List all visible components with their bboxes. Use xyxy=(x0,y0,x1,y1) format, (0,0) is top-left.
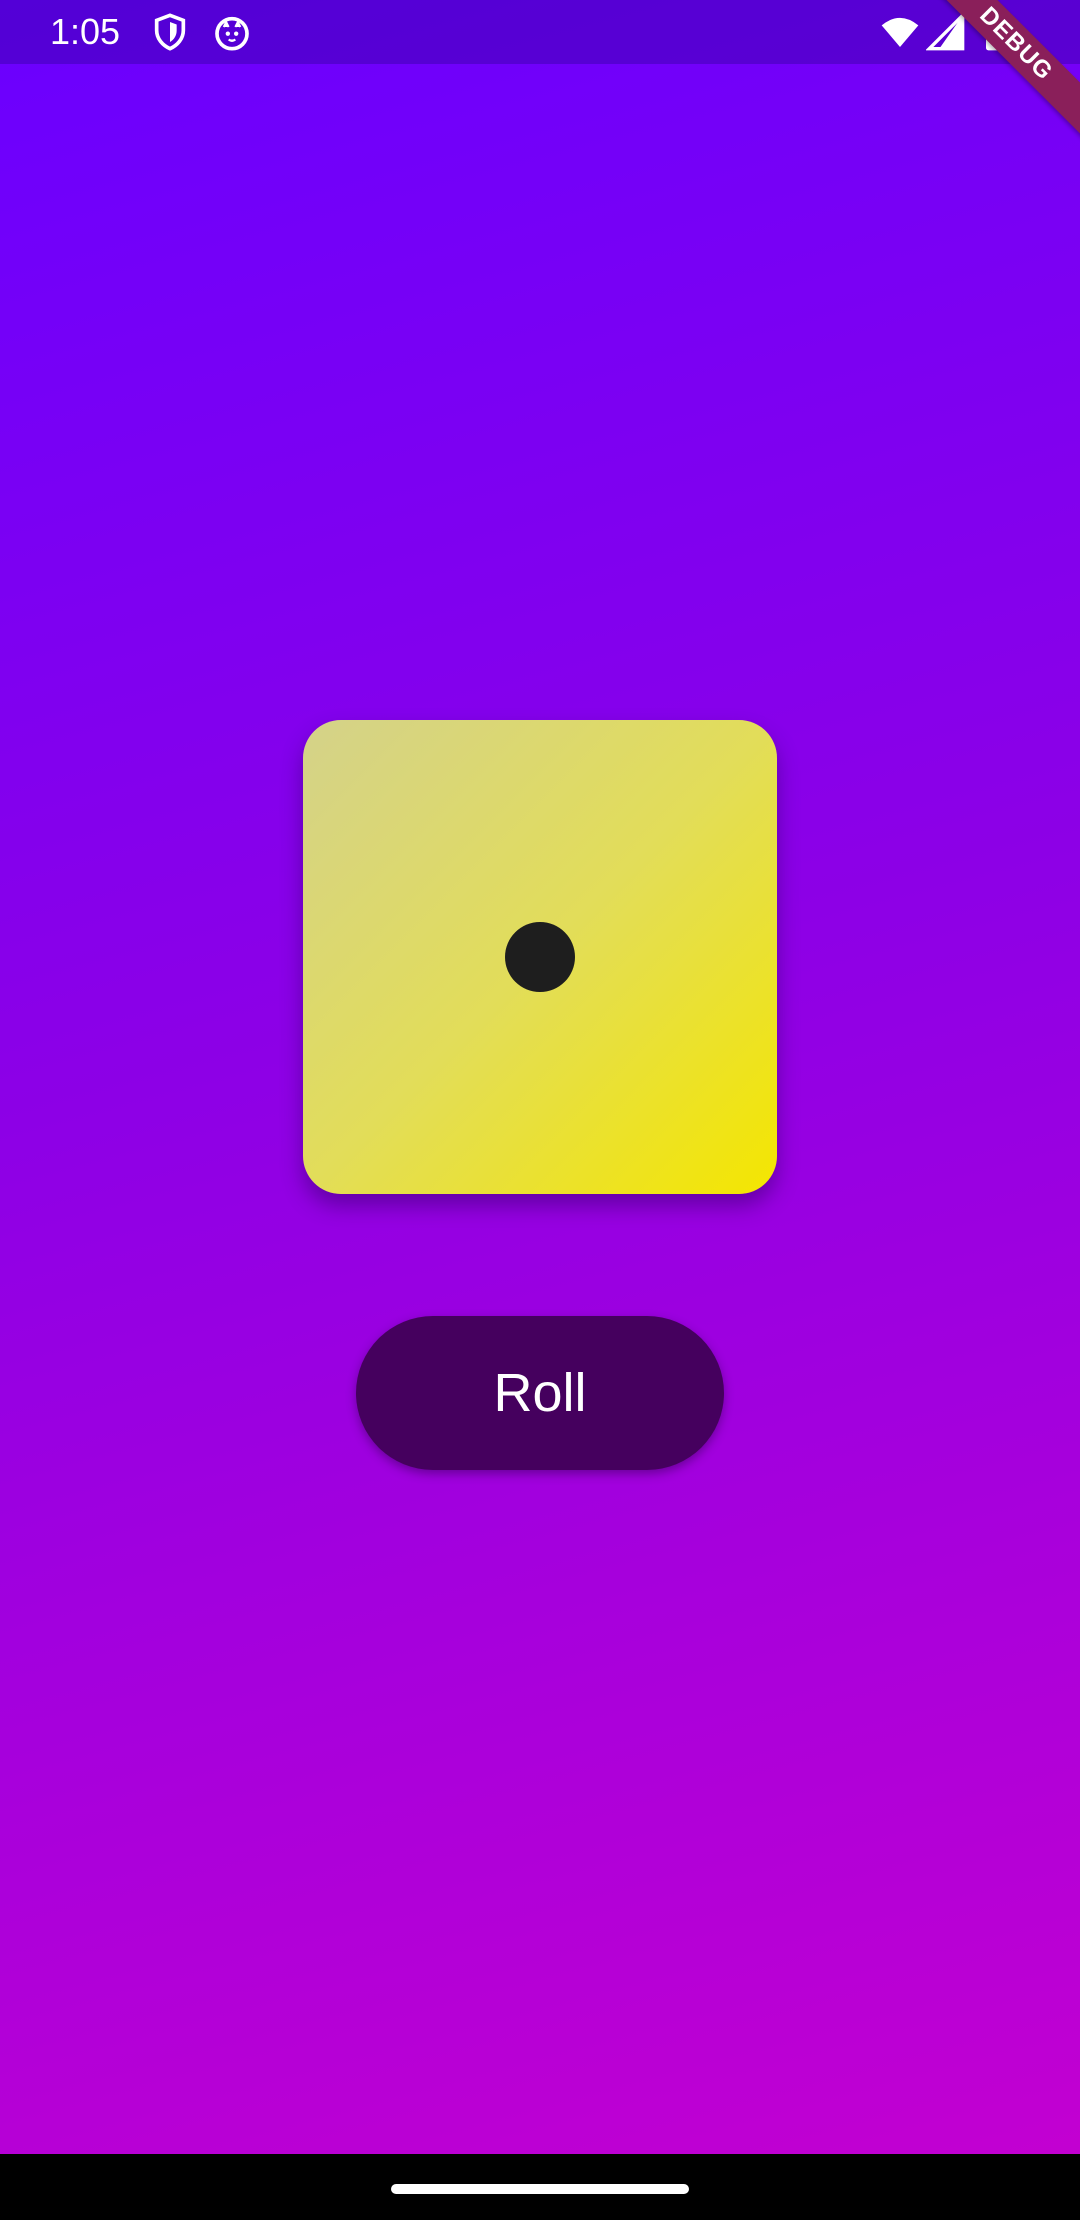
app-screen: 1:05 DEBUG Roll xyxy=(0,0,1080,2220)
cat-face-icon xyxy=(212,12,252,52)
wifi-icon xyxy=(880,12,920,52)
home-gesture-handle[interactable] xyxy=(391,2184,689,2194)
roll-button[interactable]: Roll xyxy=(356,1316,724,1470)
die-pip xyxy=(505,922,575,992)
cell-signal-icon xyxy=(926,12,966,52)
navigation-bar xyxy=(0,2154,1080,2220)
shield-icon xyxy=(150,12,190,52)
status-bar: 1:05 xyxy=(0,0,1080,64)
die-face[interactable] xyxy=(303,720,777,1194)
status-time: 1:05 xyxy=(50,11,121,52)
